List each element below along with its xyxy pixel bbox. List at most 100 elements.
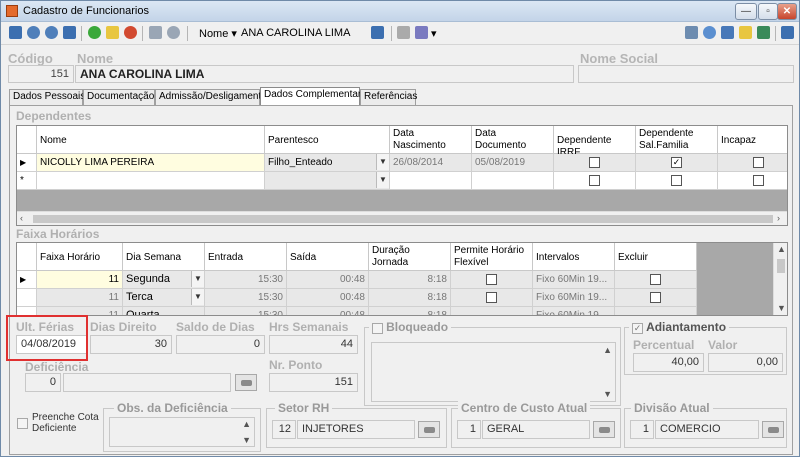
- scroll-up-icon[interactable]: ▲: [242, 419, 251, 429]
- flexivel-checkbox[interactable]: [486, 274, 497, 285]
- edit-icon[interactable]: [106, 26, 119, 39]
- dep-parentesco-cell[interactable]: Filho_Enteado ▼: [265, 154, 390, 172]
- dep-nome-cell[interactable]: NICOLLY LIMA PEREIRA: [37, 154, 265, 172]
- setor-rh-code-field[interactable]: 12: [272, 420, 296, 439]
- percentual-field[interactable]: 40,00: [633, 353, 704, 372]
- filter-icon[interactable]: [721, 26, 734, 39]
- export-icon[interactable]: [757, 26, 770, 39]
- scroll-down-icon[interactable]: ▼: [777, 303, 786, 313]
- entrada-cell[interactable]: 15:30: [205, 289, 287, 307]
- entrada-cell[interactable]: 15:30: [205, 307, 287, 315]
- chevron-down-icon[interactable]: ▼: [376, 172, 389, 188]
- binoculars-icon[interactable]: [235, 374, 257, 391]
- next-record-icon[interactable]: [45, 26, 58, 39]
- note-icon[interactable]: [739, 26, 752, 39]
- search-field-selector[interactable]: Nome ▾: [199, 27, 237, 40]
- delete-icon[interactable]: [124, 26, 137, 39]
- report-icon[interactable]: [415, 26, 428, 39]
- minimize-button[interactable]: —: [735, 3, 757, 20]
- col-dependente-sal-familia[interactable]: Dependente Sal.Familia: [636, 126, 718, 154]
- bloqueado-checkbox[interactable]: [372, 322, 383, 334]
- centro-custo-code-field[interactable]: 1: [457, 420, 481, 439]
- deficiencia-desc-field[interactable]: [63, 373, 231, 392]
- last-record-icon[interactable]: [63, 26, 76, 39]
- close-button[interactable]: ✕: [777, 3, 797, 20]
- add-icon[interactable]: [88, 26, 101, 39]
- save-icon[interactable]: [149, 26, 162, 39]
- maximize-button[interactable]: ▫: [758, 3, 778, 20]
- col-saida[interactable]: Saída: [287, 243, 369, 271]
- find-icon[interactable]: [703, 26, 716, 39]
- intervalos-cell[interactable]: Fixo 60Min 19...: [533, 271, 615, 289]
- divisao-code-field[interactable]: 1: [630, 420, 654, 439]
- duracao-cell[interactable]: 8:18: [369, 289, 451, 307]
- flexivel-checkbox[interactable]: [486, 292, 497, 303]
- codigo-field[interactable]: 151: [8, 65, 74, 83]
- centro-custo-field[interactable]: GERAL: [482, 420, 590, 439]
- chevron-down-icon[interactable]: ▼: [191, 289, 204, 305]
- cards-icon[interactable]: [685, 26, 698, 39]
- col-parentesco[interactable]: Parentesco: [265, 126, 390, 154]
- saida-cell[interactable]: 00:48: [287, 271, 369, 289]
- col-incapaz[interactable]: Incapaz: [718, 126, 787, 154]
- nr-ponto-field[interactable]: 151: [269, 373, 358, 392]
- dep-parentesco-cell[interactable]: ▼: [265, 172, 390, 190]
- scroll-up-icon[interactable]: ▲: [603, 345, 612, 355]
- excluir-checkbox[interactable]: [650, 274, 661, 285]
- obs-deficiencia-field[interactable]: ▲ ▼: [109, 417, 255, 447]
- search-input[interactable]: ANA CAROLINA LIMA: [241, 27, 361, 39]
- bloqueado-motivo-field[interactable]: ▲ ▼: [371, 342, 616, 402]
- col-data-documento[interactable]: Data Documento: [472, 126, 554, 154]
- scroll-down-icon[interactable]: ▼: [242, 435, 251, 445]
- dep-documento-cell[interactable]: [472, 172, 554, 190]
- tab-dados-pessoais[interactable]: Dados Pessoais: [9, 89, 85, 105]
- faixa-cell[interactable]: 11: [37, 289, 123, 307]
- faixa-cell[interactable]: 11: [37, 271, 123, 289]
- scrollbar-thumb[interactable]: [33, 215, 773, 223]
- vertical-scrollbar[interactable]: ▲ ▼: [773, 243, 787, 315]
- dep-documento-cell[interactable]: 05/08/2019: [472, 154, 554, 172]
- duracao-cell[interactable]: 8:18: [369, 271, 451, 289]
- col-data-nascimento[interactable]: Data Nascimento: [390, 126, 472, 154]
- entrada-cell[interactable]: 15:30: [205, 271, 287, 289]
- menu-icon[interactable]: [781, 26, 794, 39]
- dia-semana-cell[interactable]: Segunda ▼: [123, 271, 205, 289]
- saida-cell[interactable]: 00:48: [287, 307, 369, 315]
- intervalos-cell[interactable]: Fixo 60Min 19...: [533, 307, 615, 315]
- dep-nome-cell[interactable]: [37, 172, 265, 190]
- excluir-checkbox[interactable]: [650, 292, 661, 303]
- binoculars-icon[interactable]: [762, 421, 784, 438]
- scroll-right-icon[interactable]: ›: [777, 213, 780, 223]
- saida-cell[interactable]: 00:48: [287, 289, 369, 307]
- col-nome[interactable]: Nome: [37, 126, 265, 154]
- saldo-dias-field[interactable]: 0: [176, 335, 265, 354]
- scrollbar-thumb[interactable]: [777, 259, 785, 273]
- undo-icon[interactable]: [167, 26, 180, 39]
- chevron-down-icon[interactable]: ▼: [376, 154, 389, 170]
- scroll-down-icon[interactable]: ▼: [603, 389, 612, 399]
- deficiencia-code-field[interactable]: 0: [25, 373, 61, 392]
- scroll-up-icon[interactable]: ▲: [777, 244, 786, 254]
- nome-field[interactable]: ANA CAROLINA LIMA: [75, 65, 574, 83]
- search-icon[interactable]: [371, 26, 384, 39]
- col-duracao-jornada[interactable]: Duração Jornada: [369, 243, 451, 271]
- dep-irrf-checkbox[interactable]: [589, 157, 600, 168]
- col-faixa-horario[interactable]: Faixa Horário: [37, 243, 123, 271]
- dep-incapaz-checkbox[interactable]: [753, 175, 764, 186]
- col-dia-semana[interactable]: Dia Semana: [123, 243, 205, 271]
- dep-irrf-checkbox[interactable]: [589, 175, 600, 186]
- print-icon[interactable]: [397, 26, 410, 39]
- preenche-cota-checkbox[interactable]: [17, 418, 28, 429]
- binoculars-icon[interactable]: [418, 421, 440, 438]
- tab-documentacao[interactable]: Documentação: [83, 89, 155, 105]
- dep-salfamilia-checkbox[interactable]: ✓: [671, 157, 682, 168]
- col-dependente-irrf[interactable]: Dependente IRRF: [554, 126, 636, 158]
- dep-salfamilia-checkbox[interactable]: [671, 175, 682, 186]
- binoculars-icon[interactable]: [593, 421, 615, 438]
- col-intervalos[interactable]: Intervalos: [533, 243, 615, 271]
- adiantamento-checkbox[interactable]: ✓: [632, 322, 643, 334]
- chevron-down-icon[interactable]: ▼: [191, 271, 204, 287]
- dia-semana-cell[interactable]: Quarta: [123, 307, 205, 315]
- setor-rh-field[interactable]: INJETORES: [297, 420, 415, 439]
- nome-social-field[interactable]: [578, 65, 794, 83]
